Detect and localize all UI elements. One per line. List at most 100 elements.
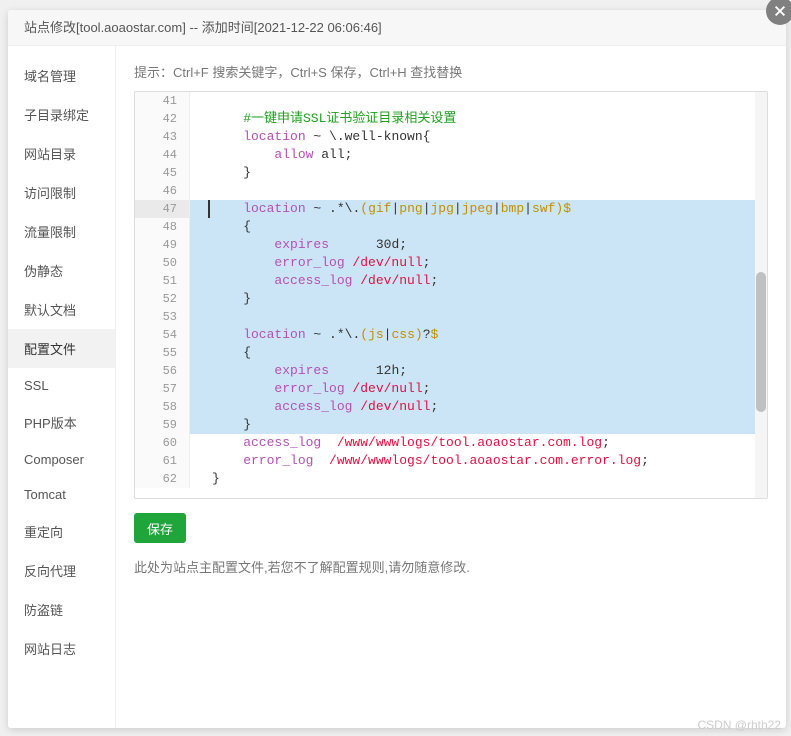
code-content[interactable]: access_log /dev/null;: [208, 272, 767, 290]
code-content[interactable]: {: [208, 218, 767, 236]
line-number: 48: [135, 218, 190, 236]
code-content[interactable]: #一键申请SSL证书验证目录相关设置: [208, 110, 767, 128]
code-content[interactable]: [208, 92, 767, 110]
fold-gutter: [190, 236, 208, 254]
code-line-52[interactable]: 52 }: [135, 290, 767, 308]
line-number: 44: [135, 146, 190, 164]
code-line-53[interactable]: 53: [135, 308, 767, 326]
code-line-44[interactable]: 44 allow all;: [135, 146, 767, 164]
sidebar-item-15[interactable]: 网站日志: [8, 629, 115, 668]
code-line-61[interactable]: 61 error_log /www/wwwlogs/tool.aoaostar.…: [135, 452, 767, 470]
code-line-62[interactable]: 62}: [135, 470, 767, 488]
line-number: 42: [135, 110, 190, 128]
fold-gutter: [190, 272, 208, 290]
save-button[interactable]: 保存: [134, 513, 186, 543]
code-line-50[interactable]: 50 error_log /dev/null;: [135, 254, 767, 272]
modal-body: 域名管理子目录绑定网站目录访问限制流量限制伪静态默认文档配置文件SSLPHP版本…: [8, 46, 786, 728]
code-content[interactable]: location ~ \.well-known{: [208, 128, 767, 146]
fold-gutter: [190, 110, 208, 128]
sidebar-item-12[interactable]: 重定向: [8, 512, 115, 551]
code-content[interactable]: }: [208, 416, 767, 434]
sidebar-item-11[interactable]: Tomcat: [8, 477, 115, 512]
code-line-55[interactable]: 55 {: [135, 344, 767, 362]
close-button[interactable]: [766, 0, 791, 25]
watermark: CSDN @rhth22: [697, 718, 781, 732]
code-content[interactable]: location ~ .*\.(gif|png|jpg|jpeg|bmp|swf…: [208, 200, 767, 218]
close-icon: [773, 4, 787, 18]
config-editor[interactable]: 4142 #一键申请SSL证书验证目录相关设置43 location ~ \.w…: [134, 91, 768, 499]
sidebar-item-8[interactable]: SSL: [8, 368, 115, 403]
fold-gutter: [190, 164, 208, 182]
code-line-43[interactable]: 43 location ~ \.well-known{: [135, 128, 767, 146]
code-line-59[interactable]: 59 }: [135, 416, 767, 434]
line-number: 56: [135, 362, 190, 380]
fold-gutter: [190, 452, 208, 470]
code-line-49[interactable]: 49 expires 30d;: [135, 236, 767, 254]
code-content[interactable]: }: [208, 290, 767, 308]
line-number: 43: [135, 128, 190, 146]
fold-gutter: [190, 344, 208, 362]
code-content[interactable]: expires 12h;: [208, 362, 767, 380]
sidebar-item-0[interactable]: 域名管理: [8, 56, 115, 95]
sidebar-item-14[interactable]: 防盗链: [8, 590, 115, 629]
code-content[interactable]: error_log /www/wwwlogs/tool.aoaostar.com…: [208, 452, 767, 470]
line-number: 59: [135, 416, 190, 434]
code-line-58[interactable]: 58 access_log /dev/null;: [135, 398, 767, 416]
sidebar-item-6[interactable]: 默认文档: [8, 290, 115, 329]
code-content[interactable]: [208, 182, 767, 200]
line-number: 53: [135, 308, 190, 326]
code-line-57[interactable]: 57 error_log /dev/null;: [135, 380, 767, 398]
line-number: 41: [135, 92, 190, 110]
sidebar-item-2[interactable]: 网站目录: [8, 134, 115, 173]
line-number: 58: [135, 398, 190, 416]
code-line-51[interactable]: 51 access_log /dev/null;: [135, 272, 767, 290]
line-number: 50: [135, 254, 190, 272]
editor-scrollbar[interactable]: [755, 92, 767, 498]
fold-gutter: [190, 290, 208, 308]
fold-gutter: [190, 218, 208, 236]
sidebar-item-1[interactable]: 子目录绑定: [8, 95, 115, 134]
code-content[interactable]: error_log /dev/null;: [208, 380, 767, 398]
fold-gutter: [190, 182, 208, 200]
code-content[interactable]: location ~ .*\.(js|css)?$: [208, 326, 767, 344]
code-line-60[interactable]: 60 access_log /www/wwwlogs/tool.aoaostar…: [135, 434, 767, 452]
sidebar-item-10[interactable]: Composer: [8, 442, 115, 477]
fold-gutter: [190, 326, 208, 344]
sidebar-item-5[interactable]: 伪静态: [8, 251, 115, 290]
fold-gutter: [190, 308, 208, 326]
fold-gutter: [190, 470, 208, 488]
code-line-42[interactable]: 42 #一键申请SSL证书验证目录相关设置: [135, 110, 767, 128]
sidebar-item-3[interactable]: 访问限制: [8, 173, 115, 212]
code-line-56[interactable]: 56 expires 12h;: [135, 362, 767, 380]
scrollbar-thumb[interactable]: [756, 272, 766, 412]
code-content[interactable]: error_log /dev/null;: [208, 254, 767, 272]
fold-gutter: [190, 434, 208, 452]
code-line-48[interactable]: 48 {: [135, 218, 767, 236]
sidebar-item-13[interactable]: 反向代理: [8, 551, 115, 590]
code-content[interactable]: }: [208, 164, 767, 182]
code-content[interactable]: access_log /dev/null;: [208, 398, 767, 416]
code-content[interactable]: access_log /www/wwwlogs/tool.aoaostar.co…: [208, 434, 767, 452]
line-number: 45: [135, 164, 190, 182]
hint-text: 提示：Ctrl+F 搜索关键字，Ctrl+S 保存，Ctrl+H 查找替换: [134, 62, 768, 81]
code-line-47[interactable]: 47 location ~ .*\.(gif|png|jpg|jpeg|bmp|…: [135, 200, 767, 218]
sidebar-item-9[interactable]: PHP版本: [8, 403, 115, 442]
code-content[interactable]: }: [208, 470, 767, 488]
code-content[interactable]: {: [208, 344, 767, 362]
sidebar-item-7[interactable]: 配置文件: [8, 329, 115, 368]
code-line-46[interactable]: 46: [135, 182, 767, 200]
main-panel: 提示：Ctrl+F 搜索关键字，Ctrl+S 保存，Ctrl+H 查找替换 41…: [116, 46, 786, 728]
code-content[interactable]: [208, 308, 767, 326]
code-line-45[interactable]: 45 }: [135, 164, 767, 182]
fold-gutter: [190, 380, 208, 398]
line-number: 55: [135, 344, 190, 362]
code-content[interactable]: allow all;: [208, 146, 767, 164]
code-line-54[interactable]: 54 location ~ .*\.(js|css)?$: [135, 326, 767, 344]
code-line-41[interactable]: 41: [135, 92, 767, 110]
site-edit-modal: 站点修改[tool.aoaostar.com] -- 添加时间[2021-12-…: [8, 10, 786, 728]
sidebar-item-4[interactable]: 流量限制: [8, 212, 115, 251]
code-content[interactable]: expires 30d;: [208, 236, 767, 254]
modal-title: 站点修改[tool.aoaostar.com] -- 添加时间[2021-12-…: [8, 10, 786, 46]
sidebar: 域名管理子目录绑定网站目录访问限制流量限制伪静态默认文档配置文件SSLPHP版本…: [8, 46, 116, 728]
fold-gutter: [190, 362, 208, 380]
